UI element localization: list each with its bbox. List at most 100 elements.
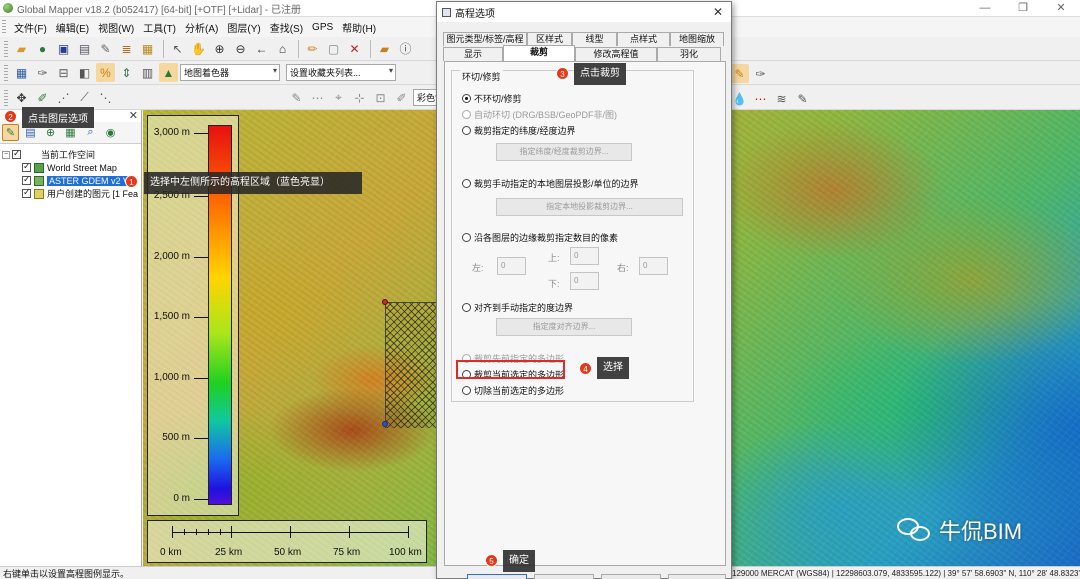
line-icon[interactable]: ⟋ [75,88,94,107]
open-folder-icon[interactable]: ▰ [12,39,31,58]
layer-options-icon[interactable]: ✎ [2,124,19,141]
radio-button[interactable] [462,303,471,312]
color-picker-icon[interactable]: ✎ [730,64,749,83]
workspace-checkbox[interactable] [12,148,21,159]
back-arrow-icon[interactable]: ← [252,39,271,58]
digitize-icon[interactable]: ✐ [33,88,52,107]
menu-file[interactable]: 文件(F) [14,20,47,35]
eyedropper-icon[interactable]: ✑ [33,63,52,82]
info-icon[interactable]: ⓘ [396,39,415,58]
tab-feather[interactable]: 羽化 [657,47,721,61]
brush-icon[interactable]: ✐ [392,88,411,107]
minimize-button[interactable]: — [966,0,1004,17]
mountain-icon[interactable]: ▲ [159,63,178,82]
contour-icon[interactable]: ≋ [772,89,791,108]
zoom-out-icon[interactable]: ⊖ [231,39,250,58]
close-icon[interactable]: ✕ [713,5,723,19]
save-icon[interactable]: ▣ [54,39,73,58]
shader-select[interactable]: 地图着色器 ▾ [180,64,280,81]
help-button[interactable] [668,574,726,579]
radio-crop-pixels[interactable]: 沿各图层的边缘裁剪指定数目的像素 [462,231,618,244]
layer-item[interactable]: 用户创建的图元 [1 Fea [2,187,139,200]
close-icon[interactable]: ✕ [129,109,138,122]
workspace-root[interactable]: − 当前工作空间 [2,148,139,161]
selected-polygon[interactable] [385,302,437,428]
polygon-vertex[interactable] [382,299,388,305]
pencil-icon[interactable]: ✏ [303,39,322,58]
radio-button[interactable] [462,386,471,395]
radio-no-crop[interactable]: 不环切/修剪 [462,92,522,105]
tab-map-scale[interactable]: 地图缩放 [670,32,724,46]
wrench-icon[interactable]: ✎ [96,39,115,58]
measure-icon[interactable]: ⊹ [350,88,369,107]
menu-tools[interactable]: 工具(T) [143,20,176,35]
menu-analysis[interactable]: 分析(A) [185,20,218,35]
radio-button[interactable] [462,233,471,242]
pan-hand-icon[interactable]: ✋ [189,39,208,58]
print-icon[interactable]: ▤ [75,39,94,58]
radio-label: 裁剪手动指定的本地图层投影/单位的边界 [474,179,639,189]
radio-cut-selected-polygon[interactable]: 切除当前选定的多边形 [462,384,564,397]
path-icon[interactable]: ⋱ [96,88,115,107]
restore-button[interactable]: ❐ [1004,0,1042,17]
elevation-icon[interactable]: ⇕ [117,63,136,82]
grid-icon[interactable]: ▦ [12,63,31,82]
radio-button[interactable] [462,126,471,135]
bottom-pixels-input: 0 [570,272,599,290]
menu-view[interactable]: 视图(W) [98,20,134,35]
tool-icon[interactable]: ✎ [793,89,812,108]
home-icon[interactable]: ⌂ [273,39,292,58]
snap-icon[interactable]: ⌖ [329,88,348,107]
radio-button[interactable] [462,94,471,103]
percent-icon[interactable]: % [96,63,115,82]
stamp-icon[interactable]: ✑ [751,64,770,83]
layer-item[interactable]: World Street Map [2,161,139,174]
move-icon[interactable]: ✥ [12,88,31,107]
layer-item-aster-gdem[interactable]: ASTER GDEM v2 V [2,174,139,187]
crop-icon[interactable]: ⊡ [371,88,390,107]
vertex-icon[interactable]: ⋰ [54,88,73,107]
layer-visibility-icon[interactable]: ◉ [102,124,119,141]
layers-icon[interactable]: ≣ [117,39,136,58]
radio-snap-degree[interactable]: 对齐到手动指定的度边界 [462,301,573,314]
split-icon[interactable]: ⊟ [54,63,73,82]
profile-icon[interactable]: ▥ [138,63,157,82]
collapse-icon[interactable]: − [2,150,10,159]
close-window-button[interactable]: ✕ [1042,0,1080,17]
pointer-icon[interactable]: ↖ [168,39,187,58]
pen-icon[interactable]: ✎ [287,88,306,107]
cube-icon[interactable]: ◧ [75,63,94,82]
node-icon[interactable]: ⋯ [308,88,327,107]
radio-button[interactable] [462,179,471,188]
tab-feature-types[interactable]: 图元类型/标签/高程 [443,32,527,46]
menu-layer[interactable]: 图层(Y) [227,20,260,35]
tab-modify-elevation[interactable]: 修改高程值 [575,47,657,61]
water-drop-icon[interactable]: 💧 [730,89,749,108]
polygon-vertex[interactable] [382,421,388,427]
favorites-select[interactable]: 设置收藏夹列表... ▾ [286,64,396,81]
tab-display[interactable]: 显示 [443,47,503,61]
menu-help[interactable]: 帮助(H) [342,20,376,35]
cancel-button[interactable] [534,574,594,579]
layer-checkbox[interactable] [22,161,31,172]
dots-icon[interactable]: ⋯ [751,89,770,108]
map-icon[interactable]: ▦ [138,39,157,58]
tab-line-style[interactable]: 线型 [572,32,617,46]
layer-checkbox[interactable] [22,174,31,185]
tab-area-style[interactable]: 区样式 [527,32,572,46]
radio-crop-latlon[interactable]: 裁剪指定的纬度/经度边界 [462,124,576,137]
globe-icon[interactable]: ● [33,39,52,58]
apply-button[interactable] [601,574,661,579]
layer-checkbox[interactable] [22,187,31,198]
menu-search[interactable]: 查找(S) [270,20,303,35]
ok-button[interactable] [467,574,527,579]
tab-point-style[interactable]: 点样式 [617,32,670,46]
menu-edit[interactable]: 编辑(E) [56,20,89,35]
edit-doc-icon[interactable]: ▢ [324,39,343,58]
radio-crop-native[interactable]: 裁剪手动指定的本地图层投影/单位的边界 [462,177,639,190]
menu-gps[interactable]: GPS [312,22,333,33]
delete-icon[interactable]: ✕ [345,39,364,58]
zoom-in-icon[interactable]: ⊕ [210,39,229,58]
ruler-icon[interactable]: ▰ [375,39,394,58]
tab-crop[interactable]: 裁剪 [503,45,575,61]
